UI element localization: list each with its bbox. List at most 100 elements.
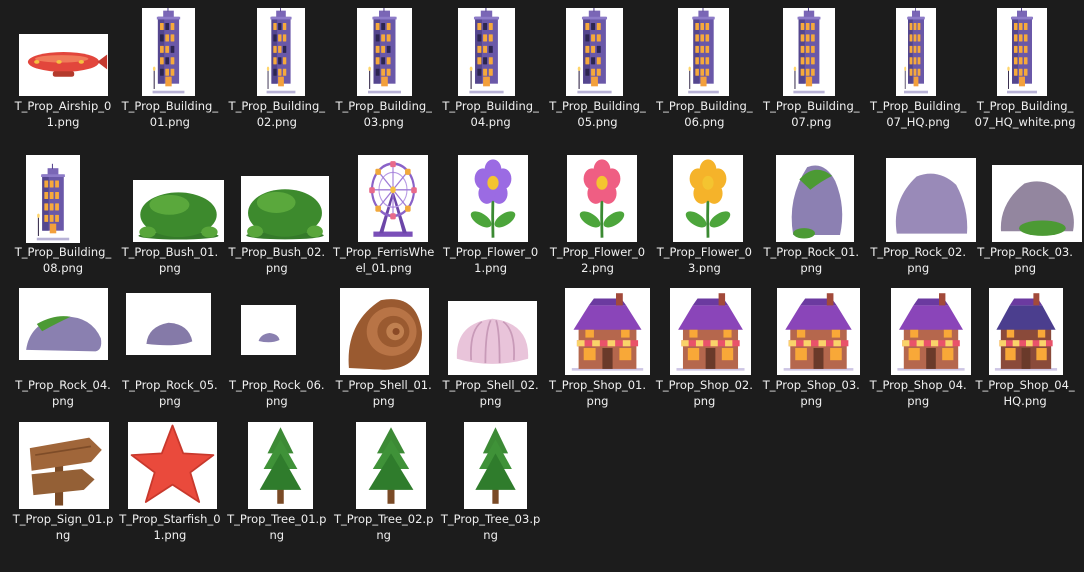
thumbnail	[758, 283, 864, 375]
file-item[interactable]: T_Prop_Tree_02.png	[331, 417, 437, 553]
thumbnail	[224, 417, 330, 509]
thumbnail	[331, 283, 437, 375]
file-name: T_Prop_FerrisWheel_01.png	[333, 245, 435, 275]
file-item[interactable]: T_Prop_Building_03.png	[331, 4, 437, 140]
flower-icon	[566, 155, 637, 242]
file-name: T_Prop_Building_05.png	[549, 99, 646, 129]
file-item[interactable]: T_Prop_Sign_01.png	[10, 417, 116, 553]
building-lit-icon	[678, 8, 730, 96]
file-item[interactable]: T_Prop_Building_05.png	[545, 4, 651, 140]
file-name: T_Prop_Rock_06.png	[228, 378, 325, 408]
file-item[interactable]: T_Prop_Building_08.png	[10, 150, 116, 286]
thumbnail	[438, 417, 544, 509]
file-name: T_Prop_Building_07_HQ_white.png	[974, 99, 1076, 129]
file-item[interactable]: T_Prop_Starfish_01.png	[117, 417, 223, 553]
thumbnail	[651, 4, 757, 96]
file-item[interactable]: T_Prop_Flower_03.png	[651, 150, 757, 286]
file-name: T_Prop_Rock_02.png	[870, 245, 966, 275]
tree-icon	[355, 422, 426, 509]
file-item[interactable]: T_Prop_Bush_01.png	[117, 150, 224, 286]
shop-icon	[891, 288, 972, 375]
thumbnail	[545, 4, 651, 96]
file-item[interactable]: T_Prop_Tree_01.png	[224, 417, 330, 553]
file-item[interactable]: T_Prop_Shop_04.png	[865, 283, 972, 419]
building-icon	[457, 8, 515, 96]
thumbnail	[651, 283, 757, 375]
file-item[interactable]: T_Prop_Rock_04.png	[10, 283, 116, 419]
file-item[interactable]: T_Prop_Shell_02.png	[438, 283, 544, 419]
file-name: T_Prop_Shop_02.png	[655, 378, 753, 408]
thumbnail	[331, 417, 437, 509]
file-item[interactable]: T_Prop_Building_07.png	[758, 4, 864, 140]
file-item[interactable]: T_Prop_Tree_03.png	[438, 417, 544, 553]
file-item[interactable]: T_Prop_Shop_02.png	[651, 283, 757, 419]
thumbnail	[545, 150, 651, 242]
file-name: T_Prop_Tree_01.png	[227, 512, 327, 542]
thumbnail	[972, 283, 1078, 375]
file-item[interactable]: T_Prop_Rock_01.png	[758, 150, 864, 286]
building-icon	[356, 8, 412, 96]
file-name: T_Prop_Tree_03.png	[440, 512, 541, 542]
building-dark-icon	[896, 8, 937, 96]
file-name: T_Prop_Shop_01.png	[548, 378, 647, 408]
file-name: T_Prop_Flower_01.png	[442, 245, 539, 275]
shop-icon	[777, 288, 861, 375]
file-grid: T_Prop_Airship_01.png T_Prop_Building_01…	[0, 0, 1084, 572]
sign-icon	[19, 422, 109, 509]
rock-tiny-icon	[240, 305, 296, 355]
flower-icon	[457, 155, 528, 242]
thumbnail	[651, 150, 757, 242]
file-name: T_Prop_Shop_03.png	[762, 378, 860, 408]
file-name: T_Prop_Airship_01.png	[14, 99, 112, 129]
starfish-icon	[127, 422, 217, 509]
shell-spiral-icon	[339, 288, 429, 375]
thumbnail	[331, 4, 437, 96]
file-name: T_Prop_Building_02.png	[228, 99, 326, 129]
file-item[interactable]: T_Prop_Building_07_HQ.png	[865, 4, 971, 140]
file-item[interactable]: T_Prop_Flower_02.png	[545, 150, 651, 286]
file-name: T_Prop_Building_07.png	[763, 99, 860, 129]
file-item[interactable]: T_Prop_Building_07_HQ_white.png	[972, 4, 1078, 140]
thumbnail	[758, 150, 864, 242]
file-name: T_Prop_Shop_04_HQ.png	[975, 378, 1075, 408]
file-item[interactable]: T_Prop_Building_04.png	[438, 4, 544, 140]
thumbnail	[758, 4, 864, 96]
rock-small-icon	[125, 293, 211, 355]
thumbnail	[972, 4, 1078, 96]
ferris-wheel-icon	[357, 155, 428, 242]
file-item[interactable]: T_Prop_Airship_01.png	[10, 4, 116, 140]
file-item[interactable]: T_Prop_Building_01.png	[117, 4, 223, 140]
file-item[interactable]: T_Prop_Shop_03.png	[758, 283, 864, 419]
file-item[interactable]: T_Prop_Rock_02.png	[865, 150, 977, 286]
thumbnail	[545, 283, 651, 375]
file-item[interactable]: T_Prop_FerrisWheel_01.png	[331, 150, 437, 286]
file-name: T_Prop_Bush_01.png	[121, 245, 219, 275]
file-item[interactable]: T_Prop_Shop_04_HQ.png	[972, 283, 1078, 419]
thumbnail	[117, 283, 223, 375]
file-item[interactable]: T_Prop_Rock_03.png	[972, 150, 1083, 286]
file-item[interactable]: T_Prop_Bush_02.png	[224, 150, 330, 286]
file-name: T_Prop_Building_08.png	[14, 245, 112, 275]
file-item[interactable]: T_Prop_Shell_01.png	[331, 283, 437, 419]
building-lit-icon	[783, 8, 836, 96]
file-name: T_Prop_Building_04.png	[442, 99, 539, 129]
file-name: T_Prop_Flower_02.png	[549, 245, 646, 275]
thumbnail	[10, 4, 116, 96]
file-item[interactable]: T_Prop_Building_02.png	[224, 4, 330, 140]
rock-flat-icon	[19, 288, 108, 360]
file-name: T_Prop_Shop_04.png	[869, 378, 967, 408]
rock-moss-icon	[992, 165, 1083, 242]
building-lit-icon	[997, 8, 1048, 96]
shop-dark-icon	[989, 288, 1064, 375]
file-item[interactable]: T_Prop_Rock_05.png	[117, 283, 223, 419]
flower-icon	[673, 155, 744, 242]
file-item[interactable]: T_Prop_Building_06.png	[651, 4, 757, 140]
file-item[interactable]: T_Prop_Rock_06.png	[224, 283, 330, 419]
file-item[interactable]: T_Prop_Shop_01.png	[545, 283, 651, 419]
file-name: T_Prop_Rock_03.png	[977, 245, 1073, 275]
bush-icon	[240, 176, 329, 242]
tree-icon	[247, 422, 313, 509]
airship-icon	[19, 34, 108, 96]
rock-icon	[886, 158, 977, 242]
file-item[interactable]: T_Prop_Flower_01.png	[438, 150, 544, 286]
